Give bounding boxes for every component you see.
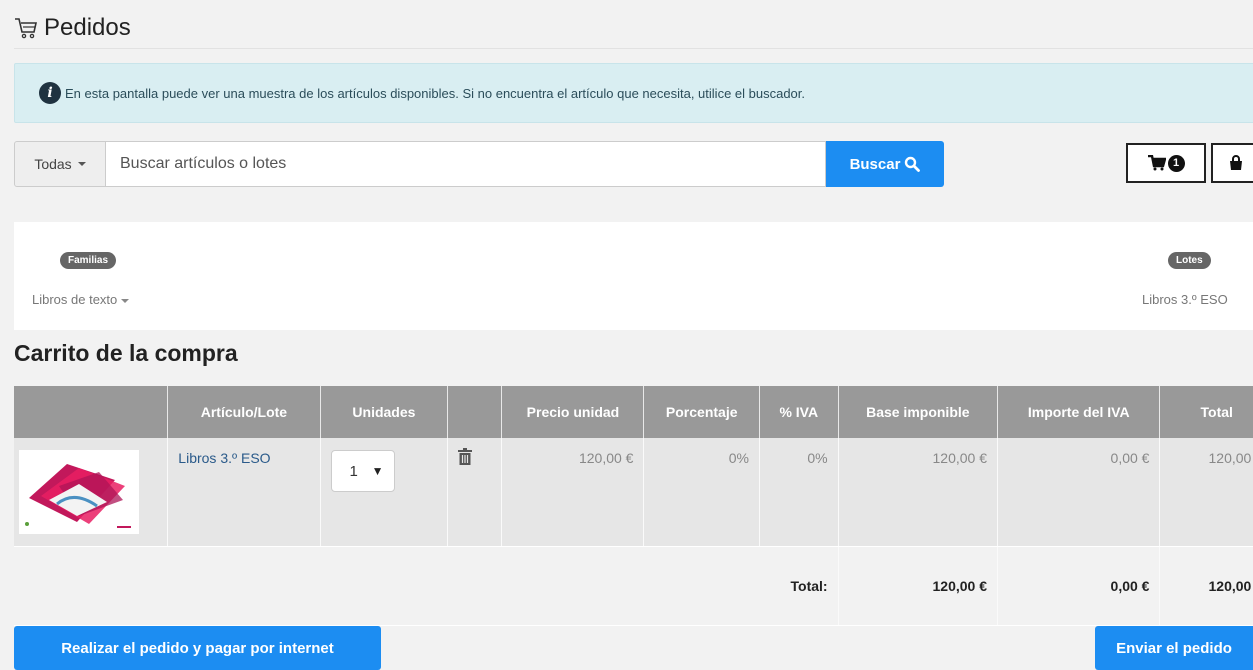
header-unit-price: Precio unidad [501,386,645,438]
totals-row: Total: 120,00 € 0,00 € 120,00 € [14,546,1253,626]
cart-count-badge: 1 [1167,154,1185,172]
header-iva: % IVA [759,386,839,438]
info-alert: i En esta pantalla puede ver una muestra… [14,63,1253,123]
search-input[interactable] [106,141,826,187]
header-iva-amount: Importe del IVA [997,386,1161,438]
pay-online-button[interactable]: Realizar el pedido y pagar por internet [14,626,381,670]
header-article: Artículo/Lote [167,386,321,438]
lotes-value[interactable]: Libros 3.º ESO [1142,292,1228,307]
lotes-badge: Lotes [1168,252,1211,269]
article-link[interactable]: Libros 3.º ESO [178,450,270,466]
total-cell: 120,00 € [1159,438,1253,547]
category-dropdown[interactable]: Todas [14,141,106,187]
shopping-bag-button[interactable] [1211,143,1253,183]
search-button-label: Buscar [849,155,901,173]
send-order-button[interactable]: Enviar el pedido [1095,626,1253,670]
article-cell: Libros 3.º ESO [167,438,321,547]
header-actions [447,386,503,438]
base-cell: 120,00 € [838,438,999,547]
search-icon [905,156,921,172]
shopping-bag-icon [1230,155,1242,170]
shopping-cart-icon [15,18,37,39]
familias-dropdown[interactable]: Libros de texto [32,292,130,307]
info-icon: i [39,82,61,104]
totals-iva-amount: 0,00 € [997,546,1161,626]
delete-cell [447,438,503,547]
totals-total: 120,00 € [1159,546,1253,626]
table-row: Libros 3.º ESO 1 ▼ 120,00 € 0% 0% 120,00… [14,438,1253,547]
familias-badge: Familias [60,252,117,269]
caret-down-icon [77,162,86,166]
iva-amount-cell: 0,00 € [997,438,1161,547]
header-base: Base imponible [838,386,999,438]
table-header-row: Artículo/Lote Unidades Precio unidad Por… [14,386,1253,438]
dropdown-arrow-icon: ▼ [371,464,384,478]
iva-cell: 0% [759,438,839,547]
cart-title: Carrito de la compra [14,340,238,366]
totals-label: Total: [14,546,839,626]
trash-icon[interactable] [458,448,473,466]
percentage-cell: 0% [643,438,760,547]
search-button[interactable]: Buscar [826,141,944,187]
search-bar: Todas Buscar [14,141,944,187]
header-total: Total [1159,386,1253,438]
mini-cart-button[interactable]: 1 [1126,143,1206,183]
familias-dropdown-label: Libros de texto [32,292,118,307]
cart-table: Artículo/Lote Unidades Precio unidad Por… [14,386,1253,626]
product-thumbnail [19,450,139,534]
totals-base: 120,00 € [838,546,999,626]
units-cell: 1 ▼ [320,438,449,547]
page-title: Pedidos [44,14,131,41]
quantity-value: 1 [349,462,358,480]
unit-price-cell: 120,00 € [501,438,645,547]
shopping-cart-icon [1147,155,1166,171]
caret-down-icon [121,298,130,303]
product-image [19,450,139,534]
page-header: Pedidos [14,8,1253,49]
filter-panel: Familias Libros de texto Lotes Libros 3.… [14,222,1253,330]
header-percentage: Porcentaje [643,386,760,438]
product-image-cell [14,438,169,547]
category-dropdown-label: Todas [34,156,72,172]
header-image [14,386,169,438]
header-units: Unidades [320,386,449,438]
quantity-select[interactable]: 1 ▼ [330,450,395,492]
info-text: En esta pantalla puede ver una muestra d… [65,85,806,101]
